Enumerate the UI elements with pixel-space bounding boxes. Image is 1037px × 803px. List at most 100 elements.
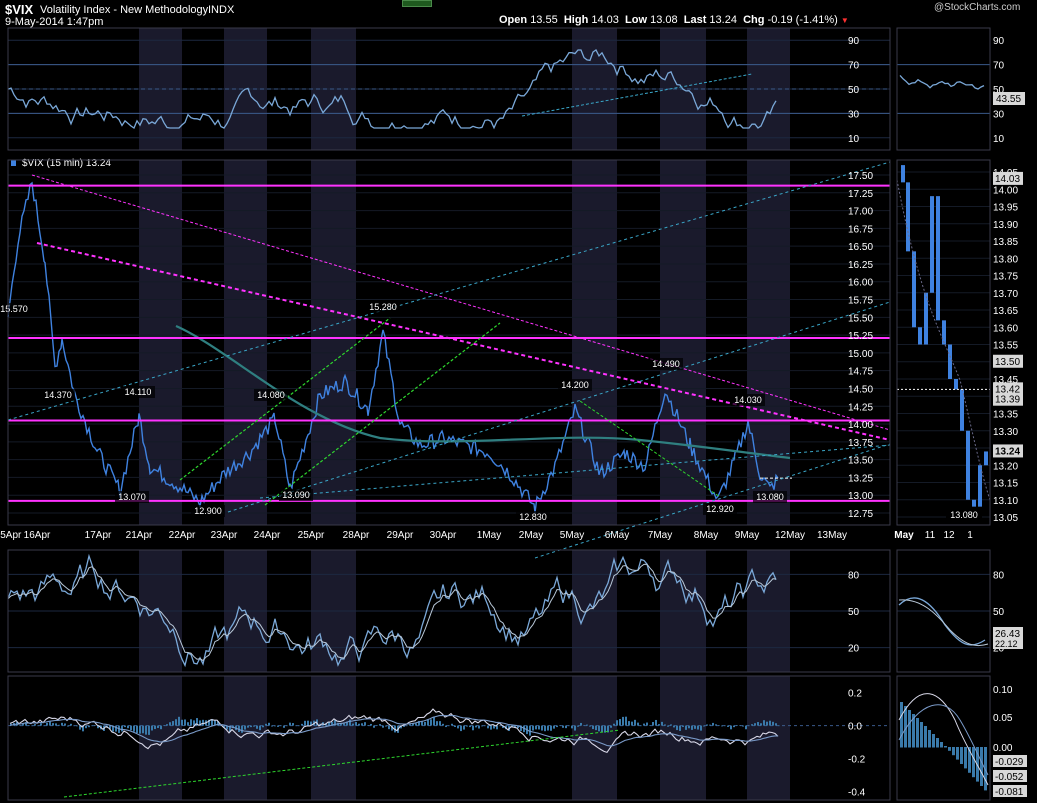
side-price-tick-label: 14.00 [993,185,1018,196]
macd-histogram-bar [652,722,654,726]
macd-tick-label: 0.2 [848,689,862,700]
macd-histogram-bar [472,725,474,731]
macd-side-badge-text: -0.081 [995,787,1024,798]
side-price-badge-text: 13.50 [995,357,1020,368]
macd-histogram-bar [655,719,657,726]
price-tick-label: 15.00 [848,349,873,360]
macd-histogram-bar [295,725,297,727]
side-price-tick-label: 13.60 [993,323,1018,334]
rsi-side-line [899,74,985,90]
price-tick-label: 16.00 [848,278,873,289]
rsi-tick-label: 90 [848,36,860,47]
macd-histogram-bar [778,725,780,727]
macd-histogram-bar [592,725,594,730]
price-annotation: 14.490 [652,359,680,369]
macd-histogram-bar [34,724,36,726]
macd-side-histogram-bar [920,722,923,748]
macd-histogram-bar [49,721,51,726]
x-axis-date-label: 12May [775,530,805,541]
side-x-axis-label: 11 [925,530,936,541]
price-tick-label: 17.00 [848,207,873,218]
macd-histogram-bar [721,725,723,727]
macd-histogram-bar [673,725,675,728]
macd-histogram-bar [775,723,777,726]
stoch-tick-label: 20 [848,644,860,655]
macd-histogram-bar [439,721,441,726]
price-tick-label: 13.00 [848,491,873,502]
side-price-badge-text: 14.03 [995,174,1020,185]
macd-tick-label: 0.0 [848,722,862,733]
rsi-last-value: 43.55 [996,94,1021,105]
macd-side-histogram-bar [908,710,911,748]
macd-histogram-bar [250,725,252,728]
macd-histogram-bar [259,725,261,731]
macd-histogram-bar [265,723,267,726]
macd-histogram-bar [562,725,564,728]
macd-histogram-bar [169,722,171,726]
x-axis-date-label: 28Apr [343,530,370,541]
price-tick-label: 14.50 [848,384,873,395]
macd-histogram-bar [643,723,645,726]
price-annotation: 13.070 [118,492,146,502]
price-annotation: 13.080 [756,492,784,502]
macd-side-histogram-bar [928,730,931,748]
macd-histogram-bar [757,722,759,726]
macd-histogram-bar [490,725,492,730]
x-axis-date-label: 9May [735,530,759,541]
session-shade-band [747,160,790,525]
x-axis-date-label: 8May [694,530,718,541]
macd-histogram-bar [85,725,87,729]
macd-histogram-bar [187,722,189,726]
side-price-tick-label: 13.35 [993,410,1018,421]
macd-histogram-bar [769,720,771,726]
macd-histogram-bar [688,725,690,729]
side-price-candle [954,379,958,390]
price-annotation: 14.200 [561,380,589,390]
macd-histogram-bar [553,725,555,729]
macd-histogram-bar [736,725,738,726]
price-tick-label: 16.75 [848,224,873,235]
macd-histogram-bar [19,725,21,726]
macd-tick-label: -0.2 [848,755,866,766]
macd-histogram-bar [625,716,627,726]
macd-histogram-bar [349,719,351,726]
side-x-axis-label: 12 [943,530,955,541]
macd-side-histogram-bar [952,747,955,756]
session-shade-band [224,676,267,800]
macd-histogram-bar [52,723,54,726]
macd-histogram-bar [361,723,363,726]
rsi-side-tick-label: 90 [993,36,1005,47]
macd-side-tick-label: 0.10 [993,685,1013,696]
macd-histogram-bar [589,725,591,727]
price-annotation: 12.920 [706,504,734,514]
macd-histogram-bar [43,725,45,727]
price-tick-label: 14.75 [848,367,873,378]
macd-histogram-bar [133,725,135,732]
price-annotation: 15.570 [0,304,28,314]
macd-histogram-bar [64,723,66,726]
stoch-last-value-2: 22.12 [995,639,1018,649]
macd-histogram-bar [631,721,633,726]
price-tick-label: 14.00 [848,420,873,431]
macd-histogram-bar [661,721,663,726]
side-price-candle [966,430,970,500]
macd-histogram-bar [577,725,579,727]
macd-histogram-bar [436,721,438,726]
macd-histogram-bar [124,725,126,728]
stoch-side-tick-label: 50 [993,607,1005,618]
macd-histogram-bar [670,724,672,726]
macd-histogram-bar [46,722,48,726]
x-axis-date-label: 29Apr [387,530,414,541]
macd-histogram-bar [763,720,765,726]
macd-histogram-bar [682,725,684,727]
macd-histogram-bar [703,725,705,727]
macd-side-histogram-bar [944,746,947,748]
macd-histogram-bar [31,725,33,727]
rsi-side-tick-label: 10 [993,134,1005,145]
macd-histogram-bar [271,725,273,727]
macd-histogram-bar [706,724,708,726]
macd-histogram-bar [748,725,750,727]
macd-histogram-bar [58,724,60,726]
macd-histogram-bar [28,725,30,726]
macd-histogram-bar [478,725,480,729]
